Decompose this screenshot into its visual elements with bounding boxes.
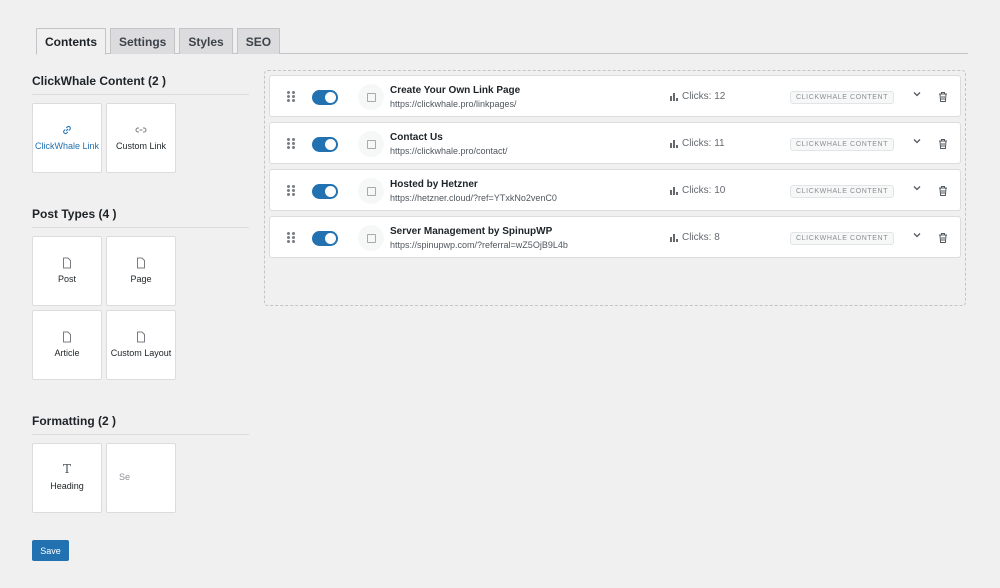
list-item: Create Your Own Link Page https://clickw… [269,75,961,117]
clickwhale-content-grid: ClickWhale Link Custom Link [32,103,249,173]
block-clickwhale-link[interactable]: ClickWhale Link [32,103,102,173]
tab-settings[interactable]: Settings [110,28,176,54]
post-types-grid: Post Page Article Custom Layout [32,236,249,380]
clicks-stat: Clicks: 8 [670,232,720,243]
trash-icon[interactable] [938,231,948,249]
heading-icon: T [62,462,71,477]
clicks-stat: Clicks: 12 [670,91,725,102]
type-badge: CLICKWHALE CONTENT [790,138,895,151]
enable-toggle[interactable] [312,184,338,199]
block-label: Custom Layout [110,348,172,359]
link-url: https://spinupwp.com/?referral=wZ5OjB9L4… [390,240,568,250]
document-icon [61,331,73,343]
block-heading[interactable]: T Heading [32,443,102,513]
section-title-formatting: Formatting (2 ) [32,404,249,435]
formatting-grid: T Heading Se [32,443,249,513]
clicks-count: Clicks: 8 [682,232,720,243]
list-item: Server Management by SpinupWP https://sp… [269,216,961,258]
link-title: Hosted by Hetzner [390,179,478,190]
clicks-count: Clicks: 12 [682,91,726,102]
image-placeholder-icon [358,178,384,204]
link-title: Contact Us [390,132,443,143]
clicks-count: Clicks: 11 [682,138,725,149]
clicks-count: Clicks: 10 [682,185,726,196]
enable-toggle[interactable] [312,137,338,152]
trash-icon[interactable] [938,90,948,108]
block-label: Post [57,274,76,285]
drag-handle-icon[interactable] [287,91,295,103]
block-separator[interactable]: Se [106,443,176,513]
drag-handle-icon[interactable] [287,232,295,244]
section-title-clickwhale-content: ClickWhale Content (2 ) [32,64,249,95]
trash-icon[interactable] [938,137,948,155]
document-icon [135,331,147,343]
section-title-post-types: Post Types (4 ) [32,197,249,228]
block-custom-layout[interactable]: Custom Layout [106,310,176,380]
drag-handle-icon[interactable] [287,185,295,197]
link-icon [61,124,73,136]
enable-toggle[interactable] [312,231,338,246]
link-url: https://hetzner.cloud/?ref=YTxkNo2venC0 [390,193,557,203]
type-badge: CLICKWHALE CONTENT [790,232,895,245]
link-title: Server Management by SpinupWP [390,226,553,237]
chevron-down-icon[interactable] [912,230,922,242]
block-label: Heading [50,481,84,492]
drag-handle-icon[interactable] [287,138,295,150]
block-page[interactable]: Page [106,236,176,306]
tab-contents[interactable]: Contents [36,28,106,55]
block-post[interactable]: Post [32,236,102,306]
save-button[interactable]: Save [32,540,69,561]
block-article[interactable]: Article [32,310,102,380]
bar-chart-icon [670,233,678,242]
link-icon [135,124,147,136]
block-label: Se [119,472,131,483]
document-icon [135,257,147,269]
tab-bar: Contents Settings Styles SEO [36,28,968,55]
trash-icon[interactable] [938,184,948,202]
link-url: https://clickwhale.pro/linkpages/ [390,99,517,109]
enable-toggle[interactable] [312,90,338,105]
list-item: Contact Us https://clickwhale.pro/contac… [269,122,961,164]
type-badge: CLICKWHALE CONTENT [790,185,895,198]
image-placeholder-icon [358,225,384,251]
image-placeholder-icon [358,84,384,110]
link-url: https://clickwhale.pro/contact/ [390,146,508,156]
document-icon [61,257,73,269]
clicks-stat: Clicks: 11 [670,138,725,149]
block-custom-link[interactable]: Custom Link [106,103,176,173]
link-items-dropzone[interactable]: Create Your Own Link Page https://clickw… [264,70,966,306]
chevron-down-icon[interactable] [912,136,922,148]
bar-chart-icon [670,92,678,101]
type-badge: CLICKWHALE CONTENT [790,91,895,104]
bar-chart-icon [670,139,678,148]
chevron-down-icon[interactable] [912,183,922,195]
chevron-down-icon[interactable] [912,89,922,101]
block-label: Custom Link [115,141,167,152]
clicks-stat: Clicks: 10 [670,185,725,196]
link-title: Create Your Own Link Page [390,85,521,96]
tab-styles[interactable]: Styles [179,28,233,54]
tab-seo[interactable]: SEO [236,28,281,54]
bar-chart-icon [670,186,678,195]
list-item: Hosted by Hetzner https://hetzner.cloud/… [269,169,961,211]
blocks-sidebar: ClickWhale Content (2 ) ClickWhale Link … [32,64,249,513]
image-placeholder-icon [358,131,384,157]
block-label: ClickWhale Link [34,141,100,152]
block-label: Page [130,274,152,285]
block-label: Article [54,348,80,359]
